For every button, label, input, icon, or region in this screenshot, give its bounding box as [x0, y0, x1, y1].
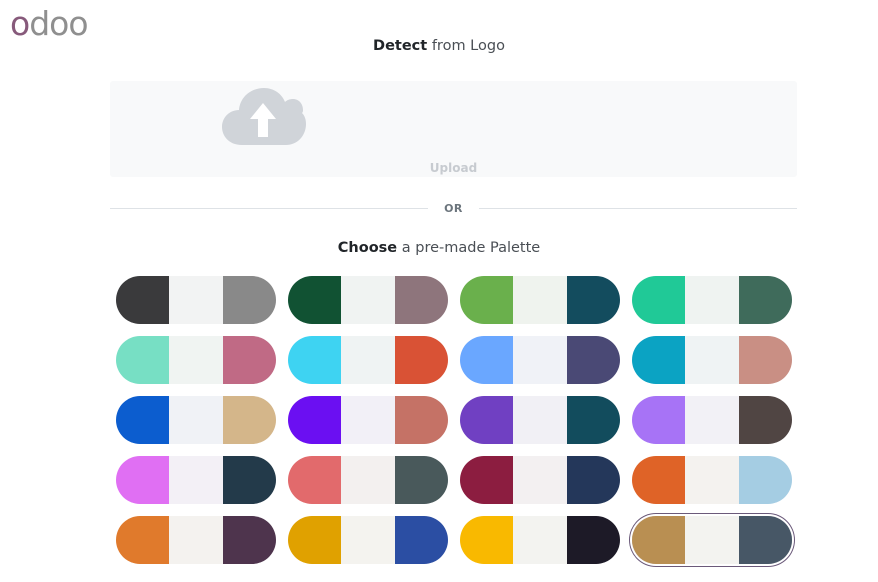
palette-swatch	[566, 456, 620, 504]
palette-swatch	[513, 336, 567, 384]
palette-swatch	[116, 516, 170, 564]
palette-swatch	[460, 336, 514, 384]
palette-swatch	[288, 396, 342, 444]
palette-option[interactable]	[116, 336, 276, 384]
palette-option[interactable]	[632, 516, 792, 564]
divider-line-right	[479, 208, 797, 209]
palette-swatch	[566, 396, 620, 444]
palette-swatch	[460, 456, 514, 504]
odoo-logo: odoo	[10, 7, 89, 41]
palette-swatch	[738, 276, 792, 324]
palette-option[interactable]	[460, 396, 620, 444]
palette-swatch	[685, 456, 739, 504]
palette-swatch	[116, 456, 170, 504]
palette-swatch	[169, 396, 223, 444]
palette-option[interactable]	[116, 276, 276, 324]
or-divider: OR	[110, 199, 797, 219]
detect-heading-rest: from Logo	[427, 38, 505, 54]
palette-swatch	[288, 456, 342, 504]
palette-swatch	[738, 456, 792, 504]
palette-swatch	[341, 396, 395, 444]
palette-swatch	[341, 456, 395, 504]
palette-swatch	[632, 516, 686, 564]
palette-option[interactable]	[632, 276, 792, 324]
palette-swatch	[169, 456, 223, 504]
detect-heading: Detect from Logo	[0, 38, 878, 54]
palette-swatch	[513, 456, 567, 504]
palette-option[interactable]	[460, 276, 620, 324]
palette-option[interactable]	[288, 276, 448, 324]
palette-option[interactable]	[116, 456, 276, 504]
palette-swatch	[632, 336, 686, 384]
palette-swatch	[566, 336, 620, 384]
palette-swatch	[685, 396, 739, 444]
palette-swatch	[341, 336, 395, 384]
palette-swatch	[222, 516, 276, 564]
choose-heading-rest: a pre-made Palette	[397, 240, 541, 256]
palette-swatch	[288, 336, 342, 384]
detect-heading-bold: Detect	[373, 38, 428, 54]
palette-swatch	[394, 516, 448, 564]
palette-swatch	[685, 336, 739, 384]
palette-swatch	[288, 276, 342, 324]
palette-swatch	[222, 336, 276, 384]
palette-option[interactable]	[460, 516, 620, 564]
palette-swatch	[341, 516, 395, 564]
palette-option[interactable]	[288, 336, 448, 384]
palette-swatch	[222, 276, 276, 324]
palette-option[interactable]	[116, 396, 276, 444]
cloud-upload-icon	[222, 88, 306, 145]
palette-swatch	[632, 456, 686, 504]
choose-heading-bold: Choose	[337, 240, 398, 256]
palette-option[interactable]	[632, 336, 792, 384]
palette-option[interactable]	[288, 396, 448, 444]
palette-swatch	[460, 396, 514, 444]
palette-swatch	[738, 336, 792, 384]
palette-swatch	[632, 276, 686, 324]
palette-swatch	[513, 276, 567, 324]
palette-option[interactable]	[632, 456, 792, 504]
upload-label: Upload	[429, 161, 478, 175]
palette-option[interactable]	[632, 396, 792, 444]
palette-option[interactable]	[460, 336, 620, 384]
palette-swatch	[685, 516, 739, 564]
palette-swatch	[169, 516, 223, 564]
palette-swatch	[222, 396, 276, 444]
palette-swatch	[566, 276, 620, 324]
palette-option[interactable]	[288, 456, 448, 504]
palette-swatch	[169, 336, 223, 384]
palette-option[interactable]	[116, 516, 276, 564]
choose-heading: Choose a pre-made Palette	[0, 240, 878, 256]
palette-swatch	[341, 276, 395, 324]
palette-swatch	[394, 336, 448, 384]
palette-swatch	[394, 276, 448, 324]
palette-swatch	[116, 396, 170, 444]
palette-swatch	[566, 516, 620, 564]
upload-logo-dropzone[interactable]: Upload	[110, 81, 797, 177]
palette-swatch	[288, 516, 342, 564]
palette-swatch	[222, 456, 276, 504]
palette-swatch	[513, 396, 567, 444]
palette-swatch	[685, 276, 739, 324]
palette-swatch	[460, 516, 514, 564]
palette-swatch	[738, 396, 792, 444]
palette-option[interactable]	[288, 516, 448, 564]
palette-swatch	[394, 456, 448, 504]
palette-swatch	[632, 396, 686, 444]
palette-swatch	[169, 276, 223, 324]
palette-option[interactable]	[460, 456, 620, 504]
palette-swatch	[738, 516, 792, 564]
palette-swatch	[460, 276, 514, 324]
palette-swatch	[116, 336, 170, 384]
palette-swatch	[513, 516, 567, 564]
palette-swatch	[394, 396, 448, 444]
palette-swatch	[116, 276, 170, 324]
